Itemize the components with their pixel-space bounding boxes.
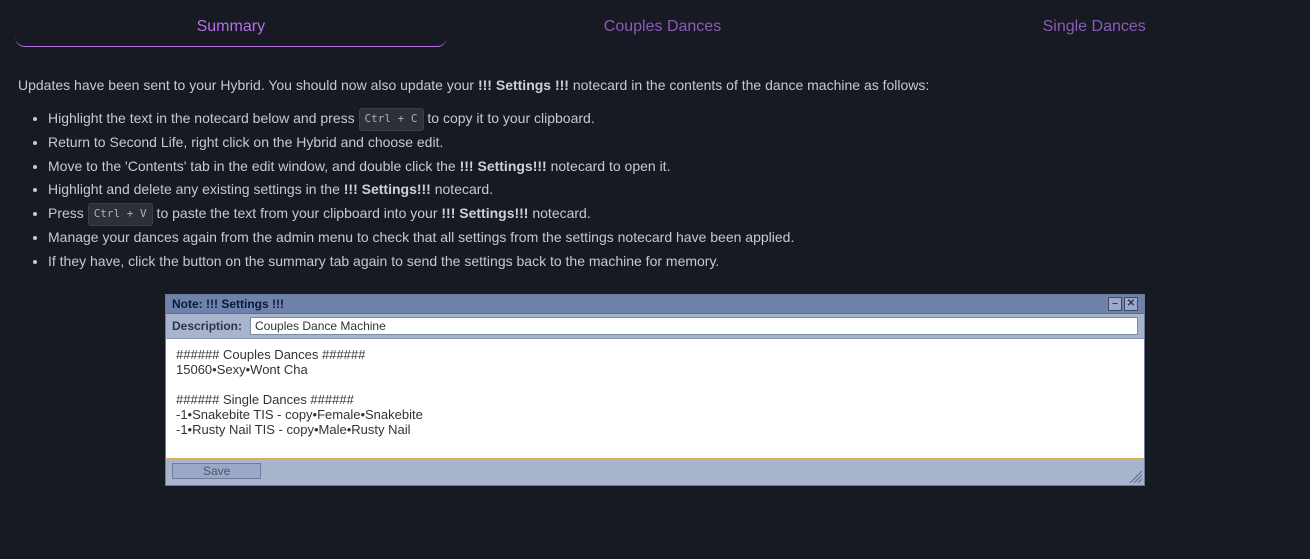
notecard-titlebar[interactable]: Note: !!! Settings !!! – ✕ (166, 295, 1144, 314)
tab-content: Updates have been sent to your Hybrid. Y… (0, 47, 1310, 496)
instruction-list: Highlight the text in the notecard below… (18, 107, 1292, 274)
kbd-paste: Ctrl + V (88, 203, 153, 226)
tab-single-dances[interactable]: Single Dances (878, 0, 1310, 47)
intro-bold: !!! Settings !!! (478, 77, 569, 93)
intro-pre: Updates have been sent to your Hybrid. Y… (18, 77, 478, 93)
save-button[interactable]: Save (172, 463, 261, 479)
step-2: Return to Second Life, right click on th… (48, 131, 1292, 155)
notecard-footer: Save (166, 459, 1144, 485)
step-3: Move to the 'Contents' tab in the edit w… (48, 155, 1292, 179)
step-4-bold: !!! Settings!!! (344, 181, 431, 197)
intro-post: notecard in the contents of the dance ma… (569, 77, 929, 93)
step-4: Highlight and delete any existing settin… (48, 178, 1292, 202)
description-label: Description: (172, 319, 242, 333)
step-5c: notecard. (528, 205, 590, 221)
intro-text: Updates have been sent to your Hybrid. Y… (18, 77, 1292, 93)
step-5b: to paste the text from your clipboard in… (153, 205, 442, 221)
step-5: Press Ctrl + V to paste the text from yo… (48, 202, 1292, 226)
step-3b: notecard to open it. (547, 158, 671, 174)
step-1a: Highlight the text in the notecard below… (48, 110, 359, 126)
notecard-window: Note: !!! Settings !!! – ✕ Description: … (165, 294, 1145, 486)
minimize-button[interactable]: – (1108, 297, 1122, 311)
step-5-bold: !!! Settings!!! (441, 205, 528, 221)
step-5a: Press (48, 205, 88, 221)
tab-couples-dances[interactable]: Couples Dances (447, 0, 879, 47)
tab-summary[interactable]: Summary (15, 0, 447, 47)
step-3a: Move to the 'Contents' tab in the edit w… (48, 158, 460, 174)
kbd-copy: Ctrl + C (359, 108, 424, 131)
panel: Summary Couples Dances Single Dances Upd… (0, 0, 1310, 559)
close-button[interactable]: ✕ (1124, 297, 1138, 311)
notecard-description-row: Description: (166, 314, 1144, 339)
tab-bar: Summary Couples Dances Single Dances (0, 0, 1310, 47)
resize-handle[interactable] (1130, 471, 1142, 483)
step-1: Highlight the text in the notecard below… (48, 107, 1292, 131)
step-6: Manage your dances again from the admin … (48, 226, 1292, 250)
step-3-bold: !!! Settings!!! (460, 158, 547, 174)
step-1b: to copy it to your clipboard. (424, 110, 595, 126)
notecard-title: Note: !!! Settings !!! (172, 297, 1106, 311)
step-7: If they have, click the button on the su… (48, 250, 1292, 274)
step-4b: notecard. (431, 181, 493, 197)
step-4a: Highlight and delete any existing settin… (48, 181, 344, 197)
description-input[interactable] (250, 317, 1138, 335)
notecard-body[interactable]: ###### Couples Dances ###### 15060•Sexy•… (166, 339, 1144, 459)
